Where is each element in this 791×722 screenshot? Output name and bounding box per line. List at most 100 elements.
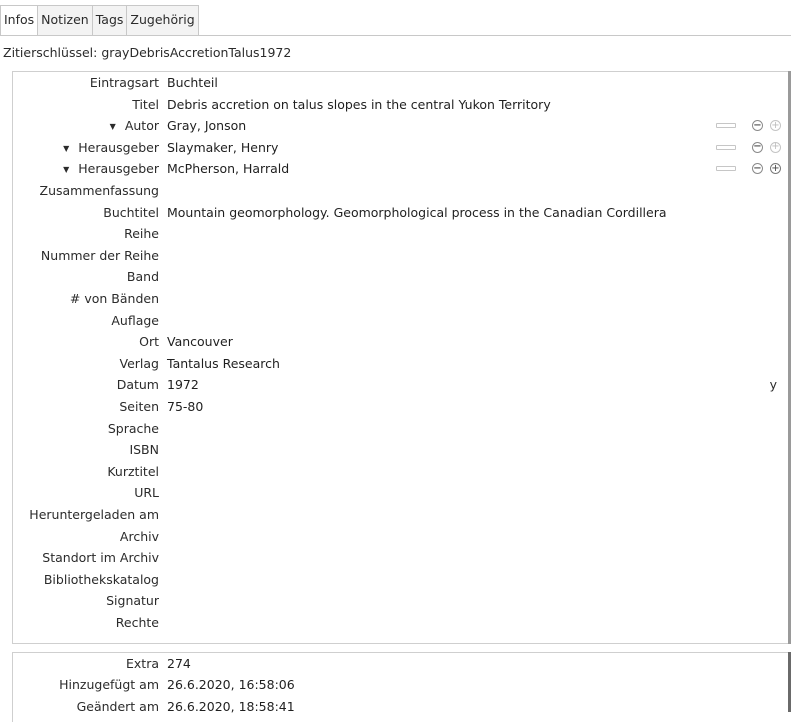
name-mode-bar-icon[interactable] [716, 123, 736, 129]
field-label-text: Autor [124, 118, 159, 134]
field-label[interactable]: ▼ Herausgeber [13, 137, 159, 159]
field-label: Rechte [13, 612, 159, 633]
field-label: Sprache [13, 418, 159, 439]
field-value[interactable]: Vancouver [167, 331, 233, 352]
field-label: ISBN [13, 439, 159, 460]
field-row-seiten: Seiten 75-80 [13, 396, 790, 417]
field-value[interactable]: Slaymaker, Henry [167, 137, 278, 158]
citation-key: Zitierschlüssel: grayDebrisAccretionTalu… [3, 45, 292, 60]
field-row-heruntergeladen-am: Heruntergeladen am [13, 504, 790, 525]
field-value[interactable]: Tantalus Research [167, 353, 280, 374]
minus-circle-icon[interactable]: − [752, 163, 763, 175]
field-label-text: Ort [139, 334, 159, 350]
meta-value: 26.6.2020, 16:58:06 [167, 677, 295, 693]
field-row-titel: Titel Debris accretion on talus slopes in… [13, 94, 790, 115]
field-label-text: Verlag [119, 355, 159, 371]
field-value[interactable]: McPherson, Harrald [167, 158, 289, 179]
field-row-kurztitel: Kurztitel [13, 461, 790, 482]
field-label-text: Eintragsart [89, 75, 159, 90]
field-label-text: Herausgeber [78, 161, 159, 177]
field-label-text: Seiten [119, 399, 159, 414]
meta-row-extra: Extra 274 [13, 653, 788, 674]
field-row-signatur: Signatur [13, 590, 790, 611]
field-label-text: Heruntergeladen am [29, 507, 159, 522]
meta-row-hinzugefügt-am: Hinzugefügt am 26.6.2020, 16:58:06 [13, 674, 788, 695]
triangle-down-icon[interactable]: ▼ [63, 144, 69, 153]
field-label-text: Archiv [119, 528, 159, 544]
field-row-archiv: Archiv [13, 526, 790, 547]
field-label: Heruntergeladen am [13, 504, 159, 525]
field-label: Standort im Archiv [13, 547, 159, 568]
field-value[interactable]: Buchteil [167, 72, 218, 93]
field-label-text: Herausgeber [78, 139, 159, 155]
creator-controls: − + [716, 137, 781, 158]
field-value[interactable]: 75-80 [167, 396, 203, 417]
field-label-text: Band [126, 269, 159, 285]
creator-controls: − + [716, 115, 781, 136]
tab-tags[interactable]: Tags [91, 5, 128, 35]
plus-circle-icon[interactable]: + [770, 120, 781, 132]
field-row-nummer-der-reihe: Nummer der Reihe [13, 245, 790, 266]
field-label-text: Auflage [111, 312, 159, 328]
tab-bar: Infos Notizen Tags Zugehörig [0, 5, 199, 36]
field-label: Auflage [13, 310, 159, 331]
field-label: # von Bänden [13, 288, 159, 309]
field-label-text: Buchtitel [103, 204, 159, 220]
field-label: Archiv [13, 526, 159, 547]
field-value[interactable]: Gray, Jonson [167, 115, 246, 136]
field-label: Kurztitel [13, 461, 159, 482]
field-label-text: Nummer der Reihe [40, 247, 159, 263]
field-row-auflage: Auflage [13, 310, 790, 331]
plus-circle-icon[interactable]: + [770, 163, 781, 175]
field-label: Seiten [13, 396, 159, 417]
name-mode-bar-icon[interactable] [716, 144, 736, 150]
tab-notizen[interactable]: Notizen [37, 5, 93, 35]
field-label: Titel [13, 94, 159, 115]
meta-label: Hinzugefügt am [59, 677, 159, 693]
field-row-herausgeber: ▼ Herausgeber McPherson, Harrald − + [13, 158, 790, 179]
plus-circle-icon[interactable]: + [770, 141, 781, 153]
field-row-bibliothekskatalog: Bibliothekskatalog [13, 569, 790, 590]
field-label-text: URL [134, 485, 159, 501]
field-label-text: Standort im Archiv [42, 550, 159, 566]
field-label[interactable]: ▼ Herausgeber [13, 158, 159, 180]
field-label: Verlag [13, 353, 159, 374]
field-label-text: Rechte [115, 615, 159, 630]
field-row-buchtitel: Buchtitel Mountain geomorphology. Geomorp… [13, 202, 790, 223]
field-label: Eintragsart [13, 72, 159, 93]
field-value[interactable]: 1972 [167, 374, 199, 395]
tab-zugehoerig[interactable]: Zugehörig [126, 5, 199, 35]
field-label: Ort [13, 331, 159, 352]
field-label: Signatur [13, 590, 159, 611]
field-row-standort-im-archiv: Standort im Archiv [13, 547, 790, 568]
field-row-sprache: Sprache [13, 418, 790, 439]
field-label-text: # von Bänden [69, 291, 159, 306]
field-value[interactable]: Debris accretion on talus slopes in the … [167, 94, 551, 115]
field-label: Zusammenfassung [13, 180, 160, 201]
triangle-down-icon[interactable]: ▼ [110, 122, 116, 131]
meta-value: 26.6.2020, 18:58:41 [167, 698, 295, 714]
field-row-ort: Ort Vancouver [13, 331, 790, 352]
minus-circle-icon[interactable]: − [752, 141, 763, 153]
name-mode-bar-icon[interactable] [716, 166, 736, 172]
field-label-text: Kurztitel [107, 463, 159, 479]
field-row-herausgeber: ▼ Herausgeber Slaymaker, Henry − + [13, 137, 790, 158]
triangle-down-icon[interactable]: ▼ [63, 165, 69, 174]
field-row-verlag: Verlag Tantalus Research [13, 353, 790, 374]
minus-circle-icon[interactable]: − [752, 120, 763, 132]
field-row-zusammenfassung: Zusammenfassung [13, 180, 790, 201]
field-label: Datum [13, 374, 159, 395]
info-fields-panel: Eintragsart Buchteil Titel Debris accretion… [12, 71, 790, 644]
field-row-von-bänden: # von Bänden [13, 288, 790, 309]
field-label[interactable]: ▼ Autor [13, 115, 159, 137]
tab-infos[interactable]: Infos [0, 5, 39, 36]
field-row-url: URL [13, 482, 790, 503]
field-row-rechte: Rechte [13, 612, 790, 633]
meta-fields-panel: Extra 274 Hinzugefügt am 26.6.2020, 16:58:0… [12, 652, 788, 722]
meta-value[interactable]: 274 [167, 653, 191, 674]
date-format-flag[interactable]: y [770, 374, 777, 395]
meta-row-geändert-am: Geändert am 26.6.2020, 18:58:41 [13, 696, 788, 717]
field-label: Buchtitel [13, 202, 159, 223]
field-label-text: Titel [132, 96, 159, 112]
field-value[interactable]: Mountain geomorphology. Geomorphological… [167, 202, 667, 223]
